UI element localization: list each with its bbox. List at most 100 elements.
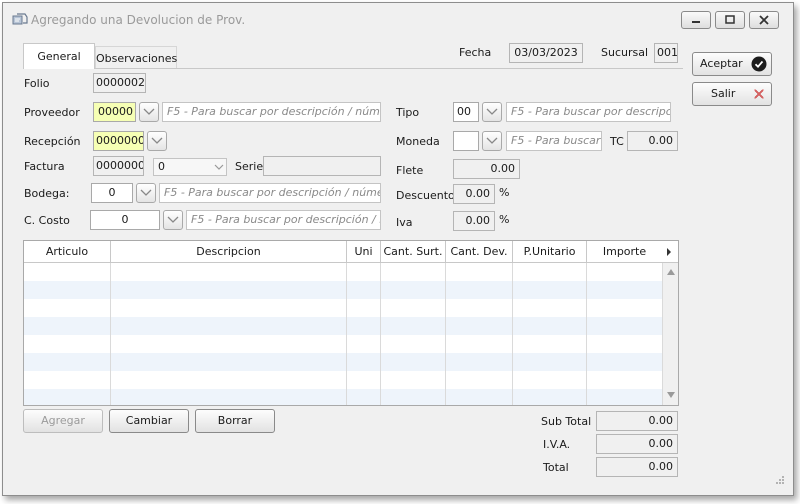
iva-total-field: 0.00 (596, 434, 678, 454)
title-bar[interactable]: Agregando una Devolucion de Prov. (3, 3, 793, 35)
total-field: 0.00 (596, 457, 678, 477)
agregar-button[interactable]: Agregar (23, 409, 103, 433)
table-row[interactable] (24, 353, 662, 371)
minimize-icon (692, 21, 700, 23)
proveedor-field[interactable]: 00000 (93, 102, 136, 122)
items-grid[interactable]: Articulo Descripcion Uni Cant. Surt. Can… (23, 240, 679, 406)
chevron-down-icon (140, 189, 152, 196)
exit-x-icon (753, 88, 765, 100)
close-window-button[interactable] (749, 11, 779, 29)
aceptar-button[interactable]: Aceptar (692, 52, 772, 76)
grid-column-divider (512, 263, 513, 405)
recepcion-dropdown-button[interactable] (147, 131, 167, 151)
tipo-field[interactable]: 00 (453, 102, 479, 122)
dialog-window: Agregando una Devolucion de Prov. Observ… (2, 2, 794, 496)
iva-field[interactable]: 0.00 (453, 211, 495, 231)
grid-column-divider (586, 263, 587, 405)
chevron-down-icon (214, 164, 224, 170)
table-row[interactable] (24, 263, 662, 281)
cambiar-button[interactable]: Cambiar (109, 409, 189, 433)
costo-dropdown-button[interactable] (163, 210, 183, 230)
bodega-dropdown-button[interactable] (136, 183, 156, 203)
salir-button-label: Salir (711, 87, 736, 100)
resize-grip-icon[interactable] (773, 473, 785, 485)
salir-button[interactable]: Salir (692, 82, 772, 106)
iva-percent: % (499, 213, 510, 226)
tab-observaciones[interactable]: Observaciones (95, 46, 177, 68)
grid-column-divider (110, 263, 111, 405)
table-row[interactable] (24, 371, 662, 389)
flete-field[interactable]: 0.00 (453, 159, 520, 179)
grid-column-divider (445, 263, 446, 405)
column-header-importe[interactable]: Importe (587, 241, 663, 263)
tab-general[interactable]: General (23, 43, 95, 69)
sucursal-field[interactable]: 001 (654, 43, 678, 63)
iva-total-label: I.V.A. (543, 438, 571, 451)
arrow-right-icon (667, 248, 671, 256)
fecha-field[interactable]: 03/03/2023 (509, 43, 583, 63)
folio-field[interactable]: 0000002 (93, 73, 146, 93)
total-label: Total (543, 461, 569, 474)
factura-combo-value: 0 (158, 160, 165, 173)
column-header-p-unitario[interactable]: P.Unitario (513, 241, 587, 263)
costo-field[interactable]: 0 (90, 210, 160, 230)
proveedor-search-field[interactable]: F5 - Para buscar por descripción / númer… (162, 102, 381, 122)
minimize-button[interactable] (681, 11, 711, 29)
factura-field[interactable]: 0000000 (93, 156, 144, 176)
descuento-field[interactable]: 0.00 (453, 184, 495, 204)
bodega-field[interactable]: 0 (91, 183, 133, 203)
bodega-search-field[interactable]: F5 - Para buscar por descripción / númer… (159, 183, 381, 203)
factura-label: Factura (24, 160, 65, 173)
chevron-down-icon (143, 108, 155, 115)
flete-label: Flete (396, 164, 424, 177)
column-header-uni[interactable]: Uni (347, 241, 381, 263)
moneda-search-field[interactable]: F5 - Para buscar por de (506, 131, 602, 151)
table-row[interactable] (24, 299, 662, 317)
grid-column-divider (380, 263, 381, 405)
maximize-icon (725, 15, 735, 24)
check-circle-icon (751, 56, 767, 72)
moneda-dropdown-button[interactable] (482, 131, 502, 151)
recepcion-label: Recepción (24, 135, 81, 148)
sucursal-label: Sucursal (601, 46, 649, 59)
serie-field[interactable] (263, 156, 381, 176)
column-header-cant-surt[interactable]: Cant. Surt. (381, 241, 446, 263)
window-title: Agregando una Devolucion de Prov. (31, 13, 246, 27)
aceptar-button-label: Aceptar (700, 57, 743, 70)
costo-search-field[interactable]: F5 - Para buscar por descripción / núm (186, 210, 381, 230)
descuento-percent: % (499, 186, 510, 199)
table-row[interactable] (24, 335, 662, 353)
table-row[interactable] (24, 317, 662, 335)
chevron-down-icon (486, 137, 498, 144)
app-icon (12, 12, 28, 26)
fecha-label: Fecha (459, 46, 492, 59)
subtotal-field: 0.00 (596, 411, 678, 431)
serie-label: Serie (235, 160, 264, 173)
factura-combo[interactable]: 0 (153, 158, 227, 176)
grid-column-scroll[interactable] (661, 241, 678, 263)
column-header-articulo[interactable]: Articulo (24, 241, 111, 263)
tipo-dropdown-button[interactable] (482, 102, 502, 122)
column-header-cant-dev[interactable]: Cant. Dev. (446, 241, 513, 263)
moneda-field[interactable] (453, 131, 479, 151)
table-row[interactable] (24, 389, 662, 405)
descuento-label: Descuento (396, 189, 455, 202)
scroll-up-icon[interactable] (666, 268, 676, 276)
column-header-descripcion[interactable]: Descripcion (111, 241, 347, 263)
bodega-label: Bodega: (24, 187, 70, 200)
tc-label: TC (610, 135, 624, 148)
tc-field[interactable]: 0.00 (627, 131, 678, 151)
table-row[interactable] (24, 281, 662, 299)
costo-label: C. Costo (24, 214, 70, 227)
close-icon (759, 15, 769, 25)
borrar-button[interactable]: Borrar (195, 409, 275, 433)
recepcion-field[interactable]: 0000000 (93, 131, 144, 151)
folio-label: Folio (24, 77, 50, 90)
tipo-label: Tipo (396, 106, 420, 119)
iva-label: Iva (396, 216, 413, 229)
scroll-down-icon[interactable] (666, 391, 676, 399)
maximize-button[interactable] (715, 11, 745, 29)
tipo-search-field[interactable]: F5 - Para buscar por descripción (506, 102, 671, 122)
grid-vertical-scrollbar[interactable] (662, 263, 678, 405)
proveedor-dropdown-button[interactable] (139, 102, 159, 122)
